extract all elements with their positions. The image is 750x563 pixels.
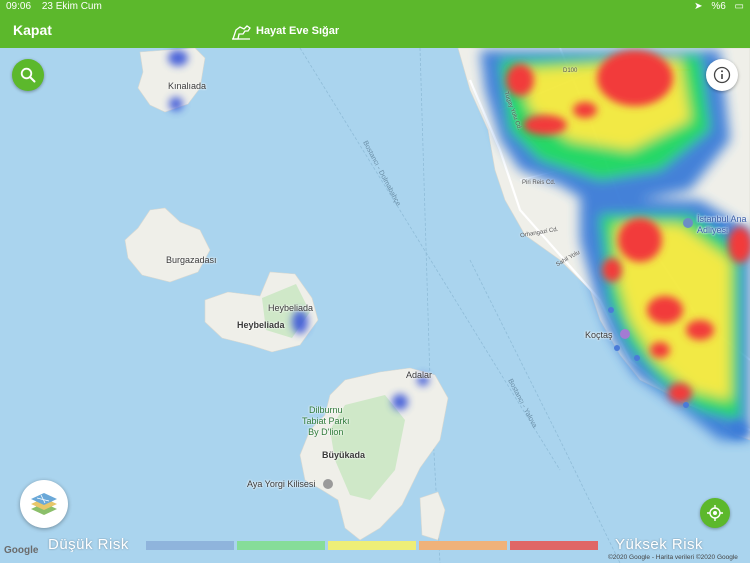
locate-me-button[interactable]: [700, 498, 730, 528]
courthouse-marker: [683, 218, 693, 228]
battery-percent: %6: [711, 1, 726, 12]
place-adalar: Adalar: [406, 370, 433, 380]
risk-legend: Düşük Risk Yüksek Risk: [30, 538, 730, 552]
app-header: Kapat Hayat Eve Sığar: [0, 14, 750, 48]
burgazadasi-island: [124, 207, 211, 283]
legend-swatch-4: [419, 540, 507, 550]
map-layers-icon: [31, 493, 57, 515]
info-icon: [713, 66, 731, 84]
locate-icon: [707, 505, 723, 521]
church-marker: [323, 479, 333, 489]
place-heybeliada: Heybeliada: [237, 320, 285, 330]
place-aya-yorgi: Aya Yorgi Kilisesi: [247, 479, 316, 489]
road-d100: D100: [563, 68, 578, 74]
legend-swatch-5: [510, 540, 598, 550]
place-kocatas: Koçtaş: [585, 330, 613, 340]
map-view[interactable]: Kınalıada Burgazadası Heybeliada Heybeli…: [0, 48, 750, 563]
location-arrow-icon: ➤: [694, 1, 703, 12]
legend-swatch-3: [328, 540, 416, 550]
search-icon: [20, 67, 36, 83]
google-logo: Google: [4, 545, 39, 556]
info-button[interactable]: [706, 59, 738, 91]
place-dilburnu: Dilburnu Tabiat Parkı By D'lion: [302, 405, 350, 437]
place-buyukada: Büyükada: [322, 450, 366, 460]
road-pirireis: Piri Reis Cd.: [522, 180, 556, 186]
status-date: 23 Ekim Cum: [41, 1, 102, 12]
app-logo-icon: [232, 25, 251, 40]
map-base-layer: [124, 48, 750, 563]
heatmap-layer: [168, 50, 750, 440]
place-istanbul-adliyesi: İstanbul Ana Adliyesi: [697, 214, 747, 235]
battery-icon: ▭: [734, 1, 744, 12]
place-burgazadasi: Burgazadası: [166, 255, 217, 265]
legend-high-label: Yüksek Risk: [615, 538, 704, 552]
app-title-text: Hayat Eve Sığar: [256, 25, 340, 37]
kocatas-marker: [620, 329, 630, 339]
legend-swatch-1: [146, 540, 234, 550]
close-button[interactable]: Kapat: [13, 22, 52, 38]
status-bar: 09:06 23 Ekim Cum ➤ %6 ▭: [0, 0, 750, 14]
place-heybeliada-top: Heybeliada: [268, 303, 314, 313]
search-button[interactable]: [12, 59, 44, 91]
app-title: Hayat Eve Sığar: [230, 22, 339, 40]
status-time: 09:06: [6, 1, 32, 12]
place-kinaliada: Kınalıada: [168, 81, 207, 91]
legend-swatch-2: [237, 540, 325, 550]
legend-low-label: Düşük Risk: [48, 538, 129, 552]
map-layers-button[interactable]: [20, 480, 68, 528]
map-attribution[interactable]: ©2020 Google - Harita verileri ©2020 Goo…: [608, 554, 738, 561]
